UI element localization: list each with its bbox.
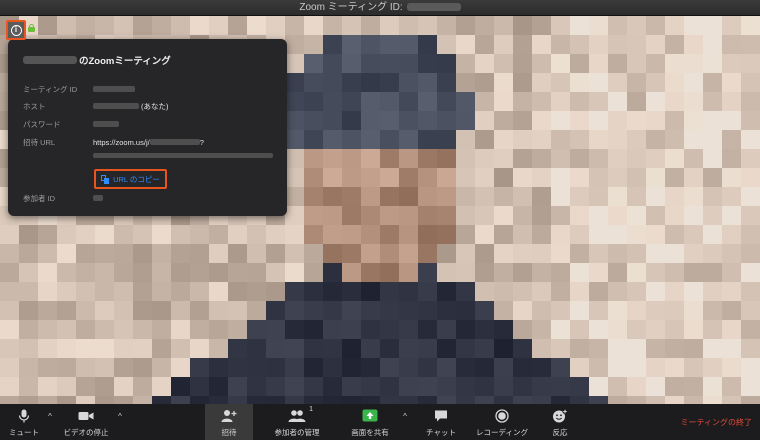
emoji-add-icon [553,409,568,423]
chat-bubble-icon [435,410,447,422]
copy-url-button[interactable]: URL のコピー [94,169,167,189]
invite-label: 招待 [221,428,237,437]
share-options-caret[interactable]: ^ [401,413,409,421]
invite-url-row: 招待 URL https://zoom.us/j/? [23,136,204,148]
invite-url-line2-redacted [93,152,273,158]
window-title: Zoom ミーティング ID: [299,2,403,13]
mute-label: ミュート [9,428,39,437]
invite-url-suffix: ? [199,137,204,147]
recording-button[interactable]: レコーディング [470,404,534,440]
share-screen-icon [362,409,378,422]
video-options-caret[interactable]: ^ [116,413,124,421]
invite-url-label: 招待 URL [23,137,56,147]
copy-url-label: URL のコピー [113,174,160,184]
microphone-icon [18,409,30,423]
invite-button[interactable]: 招待 [205,404,253,440]
lock-icon [28,24,35,32]
video-camera-icon [78,412,94,420]
share-screen-button[interactable]: 画面を共有 [344,404,396,440]
host-label: ホスト [23,101,46,111]
participant-id-row: 参加者 ID [23,192,103,204]
add-person-icon [221,410,237,422]
reactions-button[interactable]: 反応 [542,404,578,440]
host-row: ホスト (あなた) [23,100,169,112]
participant-id-redacted [93,195,103,201]
invite-url-redacted [149,139,200,145]
chat-label: チャット [426,428,456,437]
chat-button[interactable]: チャット [418,404,464,440]
info-icon: i [10,24,22,36]
title-bar: Zoom ミーティング ID: [0,0,760,16]
mute-button[interactable]: ミュート [4,404,44,440]
stop-video-button[interactable]: ビデオの停止 [58,404,114,440]
host-name-redacted [23,56,77,64]
meeting-toolbar: ミュート ^ ビデオの停止 ^ 招待 1 参加者の管理 画面を共有 ^ チャット… [0,404,760,440]
participant-id-label: 参加者 ID [23,193,56,203]
meeting-id-row: ミーティング ID [23,83,135,95]
invite-url-continuation [93,149,273,161]
meeting-id-redacted [406,3,461,12]
host-value-redacted [93,103,139,109]
panel-title-text: のZoomミーティング [79,56,171,67]
meeting-info-panel: のZoomミーティング ミーティング ID ホスト (あなた) パスワード 招待… [8,39,287,216]
share-screen-label: 画面を共有 [351,428,389,437]
password-label: パスワード [23,119,61,129]
participants-icon [288,410,306,422]
recording-label: レコーディング [476,428,528,437]
audio-options-caret[interactable]: ^ [46,413,54,421]
copy-icon [101,175,109,184]
record-icon [495,409,509,423]
participants-button[interactable]: 1 参加者の管理 [268,404,326,440]
participants-label: 参加者の管理 [274,428,320,437]
invite-url-prefix: https://zoom.us/j/ [93,137,150,147]
participants-count: 1 [309,406,313,413]
end-meeting-button[interactable]: ミーティングの終了 [680,417,752,428]
meeting-info-button[interactable]: i [6,20,26,40]
meeting-id-label: ミーティング ID [23,84,78,94]
host-you-text: (あなた) [141,101,169,111]
reactions-label: 反応 [552,428,568,437]
panel-title: のZoomミーティング [23,54,171,67]
zoom-meeting-window: Zoom ミーティング ID: i のZoomミーティング ミーティング ID … [0,0,760,440]
password-value-redacted [93,121,119,127]
meeting-id-value-redacted [93,86,135,92]
password-row: パスワード [23,118,119,130]
stop-video-label: ビデオの停止 [63,428,109,437]
